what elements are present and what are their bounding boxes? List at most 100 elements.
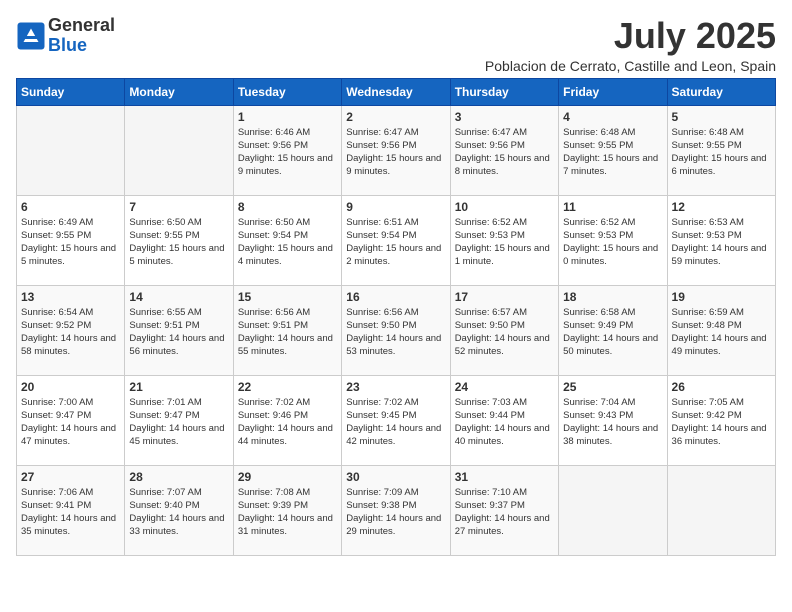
day-number: 30 (346, 470, 445, 484)
calendar-cell: 20Sunrise: 7:00 AM Sunset: 9:47 PM Dayli… (17, 375, 125, 465)
calendar-cell: 18Sunrise: 6:58 AM Sunset: 9:49 PM Dayli… (559, 285, 667, 375)
day-info: Sunrise: 6:48 AM Sunset: 9:55 PM Dayligh… (672, 126, 771, 179)
day-info: Sunrise: 7:06 AM Sunset: 9:41 PM Dayligh… (21, 486, 120, 539)
calendar-cell: 25 Sunrise: 7:04 AM Sunset: 9:43 PM Dayli… (559, 375, 667, 465)
week-row-3: 13 Sunrise: 6:54 AM Sunset: 9:52 PM Dayli… (17, 285, 776, 375)
day-number: 26 (672, 380, 771, 394)
day-info: Sunrise: 6:57 AM Sunset: 9:50 PM Dayligh… (455, 306, 554, 359)
calendar-cell: 9 Sunrise: 6:51 AM Sunset: 9:54 PM Daylig… (342, 195, 450, 285)
day-number: 22 (238, 380, 337, 394)
calendar-cell: 30 Sunrise: 7:09 AM Sunset: 9:38 PM Dayli… (342, 465, 450, 555)
day-info: Sunrise: 6:56 AM Sunset: 9:51 PM Dayligh… (238, 306, 337, 359)
day-number: 9 (346, 200, 445, 214)
calendar-cell: 14 Sunrise: 6:55 AM Sunset: 9:51 PM Dayli… (125, 285, 233, 375)
calendar-table: SundayMondayTuesdayWednesdayThursdayFrid… (16, 78, 776, 556)
day-info: Sunrise: 7:08 AM Sunset: 9:39 PM Dayligh… (238, 486, 337, 539)
day-info: Sunrise: 6:51 AM Sunset: 9:54 PM Dayligh… (346, 216, 445, 269)
column-header-wednesday: Wednesday (342, 78, 450, 105)
calendar-cell: 5 Sunrise: 6:48 AM Sunset: 9:55 PM Daylig… (667, 105, 775, 195)
day-info: Sunrise: 6:48 AM Sunset: 9:55 PM Dayligh… (563, 126, 662, 179)
logo-text-blue: Blue (48, 36, 115, 56)
calendar-cell: 21 Sunrise: 7:01 AM Sunset: 9:47 PM Dayli… (125, 375, 233, 465)
day-info: Sunrise: 6:59 AM Sunset: 9:48 PM Dayligh… (672, 306, 771, 359)
day-number: 17 (455, 290, 554, 304)
day-number: 5 (672, 110, 771, 124)
column-header-saturday: Saturday (667, 78, 775, 105)
day-number: 15 (238, 290, 337, 304)
logo-icon (16, 21, 46, 51)
day-number: 3 (455, 110, 554, 124)
calendar-cell: 28 Sunrise: 7:07 AM Sunset: 9:40 PM Dayli… (125, 465, 233, 555)
week-row-5: 27 Sunrise: 7:06 AM Sunset: 9:41 PM Dayli… (17, 465, 776, 555)
day-number: 1 (238, 110, 337, 124)
day-info: Sunrise: 7:09 AM Sunset: 9:38 PM Dayligh… (346, 486, 445, 539)
day-info: Sunrise: 6:52 AM Sunset: 9:53 PM Dayligh… (563, 216, 662, 269)
day-info: Sunrise: 7:02 AM Sunset: 9:45 PM Dayligh… (346, 396, 445, 449)
calendar-cell: 17 Sunrise: 6:57 AM Sunset: 9:50 PM Dayli… (450, 285, 558, 375)
day-number: 27 (21, 470, 120, 484)
day-number: 4 (563, 110, 662, 124)
calendar-cell (559, 465, 667, 555)
week-row-4: 20Sunrise: 7:00 AM Sunset: 9:47 PM Dayli… (17, 375, 776, 465)
day-number: 7 (129, 200, 228, 214)
day-number: 12 (672, 200, 771, 214)
calendar-cell: 11Sunrise: 6:52 AM Sunset: 9:53 PM Dayli… (559, 195, 667, 285)
header: General Blue July 2025 Poblacion de Cerr… (16, 16, 776, 74)
day-info: Sunrise: 7:02 AM Sunset: 9:46 PM Dayligh… (238, 396, 337, 449)
day-number: 13 (21, 290, 120, 304)
calendar-cell (125, 105, 233, 195)
day-info: Sunrise: 7:04 AM Sunset: 9:43 PM Dayligh… (563, 396, 662, 449)
day-info: Sunrise: 6:55 AM Sunset: 9:51 PM Dayligh… (129, 306, 228, 359)
day-number: 21 (129, 380, 228, 394)
calendar-cell: 4 Sunrise: 6:48 AM Sunset: 9:55 PM Daylig… (559, 105, 667, 195)
day-number: 28 (129, 470, 228, 484)
day-number: 25 (563, 380, 662, 394)
day-info: Sunrise: 6:54 AM Sunset: 9:52 PM Dayligh… (21, 306, 120, 359)
calendar-cell: 8Sunrise: 6:50 AM Sunset: 9:54 PM Daylig… (233, 195, 341, 285)
day-info: Sunrise: 7:00 AM Sunset: 9:47 PM Dayligh… (21, 396, 120, 449)
day-number: 23 (346, 380, 445, 394)
day-number: 31 (455, 470, 554, 484)
calendar-cell: 15 Sunrise: 6:56 AM Sunset: 9:51 PM Dayli… (233, 285, 341, 375)
day-number: 6 (21, 200, 120, 214)
day-number: 16 (346, 290, 445, 304)
calendar-body: 1Sunrise: 6:46 AM Sunset: 9:56 PM Daylig… (17, 105, 776, 555)
calendar-cell: 29 Sunrise: 7:08 AM Sunset: 9:39 PM Dayli… (233, 465, 341, 555)
calendar-header: SundayMondayTuesdayWednesdayThursdayFrid… (17, 78, 776, 105)
day-info: Sunrise: 7:01 AM Sunset: 9:47 PM Dayligh… (129, 396, 228, 449)
calendar-cell: 26 Sunrise: 7:05 AM Sunset: 9:42 PM Dayli… (667, 375, 775, 465)
day-number: 8 (238, 200, 337, 214)
day-number: 14 (129, 290, 228, 304)
days-row: SundayMondayTuesdayWednesdayThursdayFrid… (17, 78, 776, 105)
day-number: 18 (563, 290, 662, 304)
day-number: 24 (455, 380, 554, 394)
day-info: Sunrise: 7:03 AM Sunset: 9:44 PM Dayligh… (455, 396, 554, 449)
day-number: 2 (346, 110, 445, 124)
calendar-cell (667, 465, 775, 555)
week-row-1: 1Sunrise: 6:46 AM Sunset: 9:56 PM Daylig… (17, 105, 776, 195)
day-info: Sunrise: 7:10 AM Sunset: 9:37 PM Dayligh… (455, 486, 554, 539)
day-info: Sunrise: 6:50 AM Sunset: 9:55 PM Dayligh… (129, 216, 228, 269)
day-info: Sunrise: 6:47 AM Sunset: 9:56 PM Dayligh… (346, 126, 445, 179)
calendar-cell: 24 Sunrise: 7:03 AM Sunset: 9:44 PM Dayli… (450, 375, 558, 465)
column-header-monday: Monday (125, 78, 233, 105)
title-block: July 2025 Poblacion de Cerrato, Castille… (485, 16, 776, 74)
logo-text-general: General (48, 16, 115, 36)
column-header-friday: Friday (559, 78, 667, 105)
day-number: 29 (238, 470, 337, 484)
calendar-cell: 13 Sunrise: 6:54 AM Sunset: 9:52 PM Dayli… (17, 285, 125, 375)
day-number: 10 (455, 200, 554, 214)
calendar-cell: 10 Sunrise: 6:52 AM Sunset: 9:53 PM Dayli… (450, 195, 558, 285)
column-header-tuesday: Tuesday (233, 78, 341, 105)
calendar-cell: 7 Sunrise: 6:50 AM Sunset: 9:55 PM Daylig… (125, 195, 233, 285)
day-info: Sunrise: 6:56 AM Sunset: 9:50 PM Dayligh… (346, 306, 445, 359)
day-info: Sunrise: 7:05 AM Sunset: 9:42 PM Dayligh… (672, 396, 771, 449)
location: Poblacion de Cerrato, Castille and Leon,… (485, 58, 776, 74)
day-info: Sunrise: 6:52 AM Sunset: 9:53 PM Dayligh… (455, 216, 554, 269)
day-info: Sunrise: 7:07 AM Sunset: 9:40 PM Dayligh… (129, 486, 228, 539)
calendar-cell: 31 Sunrise: 7:10 AM Sunset: 9:37 PM Dayli… (450, 465, 558, 555)
calendar-cell: 1Sunrise: 6:46 AM Sunset: 9:56 PM Daylig… (233, 105, 341, 195)
column-header-sunday: Sunday (17, 78, 125, 105)
column-header-thursday: Thursday (450, 78, 558, 105)
day-info: Sunrise: 6:47 AM Sunset: 9:56 PM Dayligh… (455, 126, 554, 179)
